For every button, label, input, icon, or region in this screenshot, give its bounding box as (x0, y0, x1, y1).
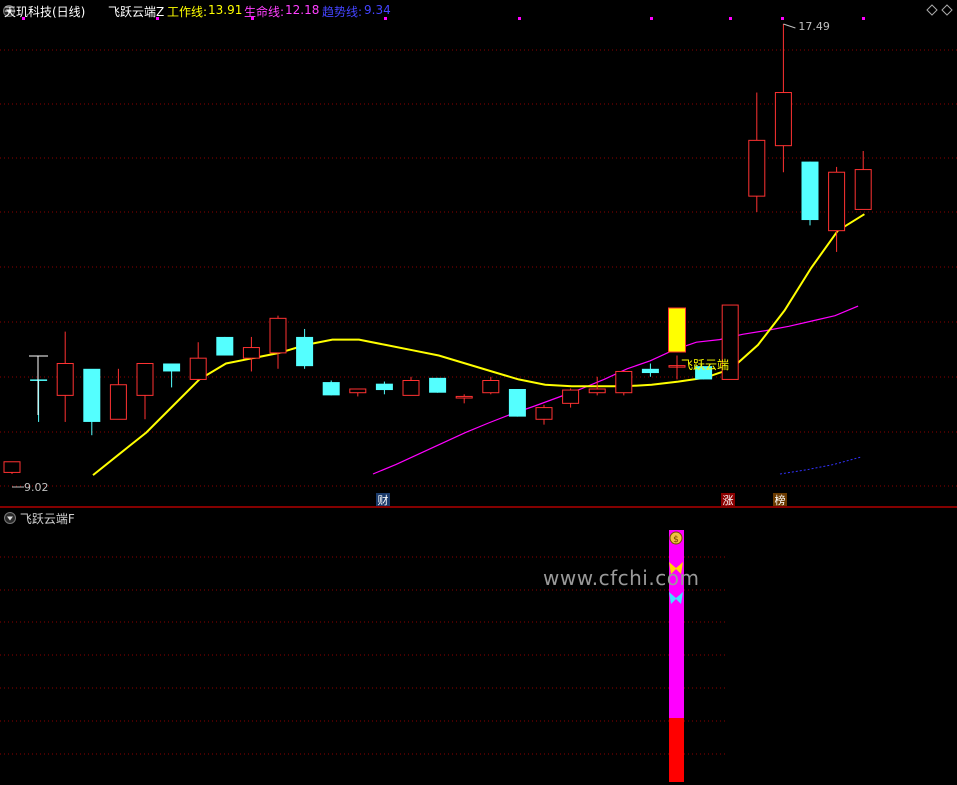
candle (30, 379, 48, 422)
event-tag: 榜 (773, 493, 787, 507)
signal-candle (668, 307, 686, 353)
candle (109, 368, 127, 420)
top-marker (251, 17, 254, 20)
candle-body (641, 368, 659, 374)
candle-body (83, 368, 101, 422)
candle-body (269, 317, 287, 354)
candle (748, 92, 766, 213)
candle-body (322, 382, 340, 396)
candle (562, 388, 580, 408)
watermark-text: www.cfchi.com (543, 566, 700, 590)
candle-body (109, 384, 127, 420)
top-marker (156, 17, 159, 20)
main-chart: 17.49 9.02 飞跃云端财 涨 榜 $ (0, 17, 957, 782)
candle-body (748, 139, 766, 197)
sub-panel-header: 飞跃云端F (4, 510, 75, 527)
series-工作线 (92, 213, 865, 476)
candle (56, 331, 74, 422)
candle-body (588, 388, 606, 394)
candle-body (562, 389, 580, 404)
candle (455, 394, 473, 404)
candle-body (163, 363, 181, 372)
money-bag-icon-sign: $ (673, 535, 679, 545)
candle-body (56, 362, 74, 396)
candle (322, 380, 340, 396)
candle-body (3, 461, 21, 473)
candle (641, 363, 659, 377)
candle (615, 370, 633, 396)
top-marker (384, 17, 387, 20)
event-tag: 涨 (721, 493, 735, 507)
candle-body (242, 347, 260, 359)
candle (774, 24, 792, 173)
candle-body (216, 336, 234, 356)
top-marker (729, 17, 732, 20)
event-tag-text: 榜 (775, 493, 786, 507)
candle (854, 150, 872, 210)
candle-body (455, 395, 473, 399)
candle (535, 404, 553, 425)
candle (3, 461, 21, 474)
high-price-label: 17.49 (798, 20, 830, 33)
candle (242, 336, 260, 372)
stock-chart-window: 天玑科技(日线) 飞跃云端Z 工作线: 13.91 生命线: 12.18 趋势线… (0, 0, 957, 785)
candle-body (30, 379, 48, 381)
event-tag: 财 (376, 493, 390, 507)
candle (83, 368, 101, 436)
low-price-label: 9.02 (24, 481, 49, 494)
candle (482, 376, 500, 395)
candle (136, 362, 154, 420)
top-marker (862, 17, 865, 20)
candle-body (429, 377, 447, 393)
candle (269, 315, 287, 369)
series-趋势线 (779, 456, 862, 475)
candle-body (854, 169, 872, 210)
signal-label: 飞跃云端 (681, 358, 729, 372)
candle-body (136, 362, 154, 396)
top-marker (22, 17, 25, 20)
top-marker (781, 17, 784, 20)
top-marker (518, 17, 521, 20)
magenta-bar (669, 530, 684, 718)
candle (216, 336, 234, 356)
candle-body (801, 161, 819, 221)
event-tag-text: 财 (378, 493, 389, 507)
sub-panel-title: 飞跃云端F (19, 512, 75, 526)
candle-body (615, 370, 633, 394)
event-tag-text: 涨 (723, 494, 734, 507)
candle (296, 328, 314, 369)
candle (189, 342, 207, 380)
high-arrow (783, 23, 796, 29)
candle-body (828, 171, 846, 232)
candle-body (774, 92, 792, 147)
candle (349, 388, 367, 397)
candle-body (535, 407, 553, 420)
candle (801, 161, 819, 226)
candle (508, 388, 526, 417)
candle (375, 381, 393, 395)
candle (163, 363, 181, 388)
candle-body (508, 388, 526, 417)
candle-body (375, 383, 393, 391)
red-bar (669, 718, 684, 782)
candle (429, 377, 447, 393)
candle-body (296, 336, 314, 367)
candle-body (402, 379, 420, 396)
candle (402, 376, 420, 396)
candle-body (482, 379, 500, 394)
candle-body (349, 388, 367, 394)
menu-triangle-icon[interactable] (4, 512, 16, 524)
top-marker (650, 17, 653, 20)
candle-body (189, 357, 207, 380)
